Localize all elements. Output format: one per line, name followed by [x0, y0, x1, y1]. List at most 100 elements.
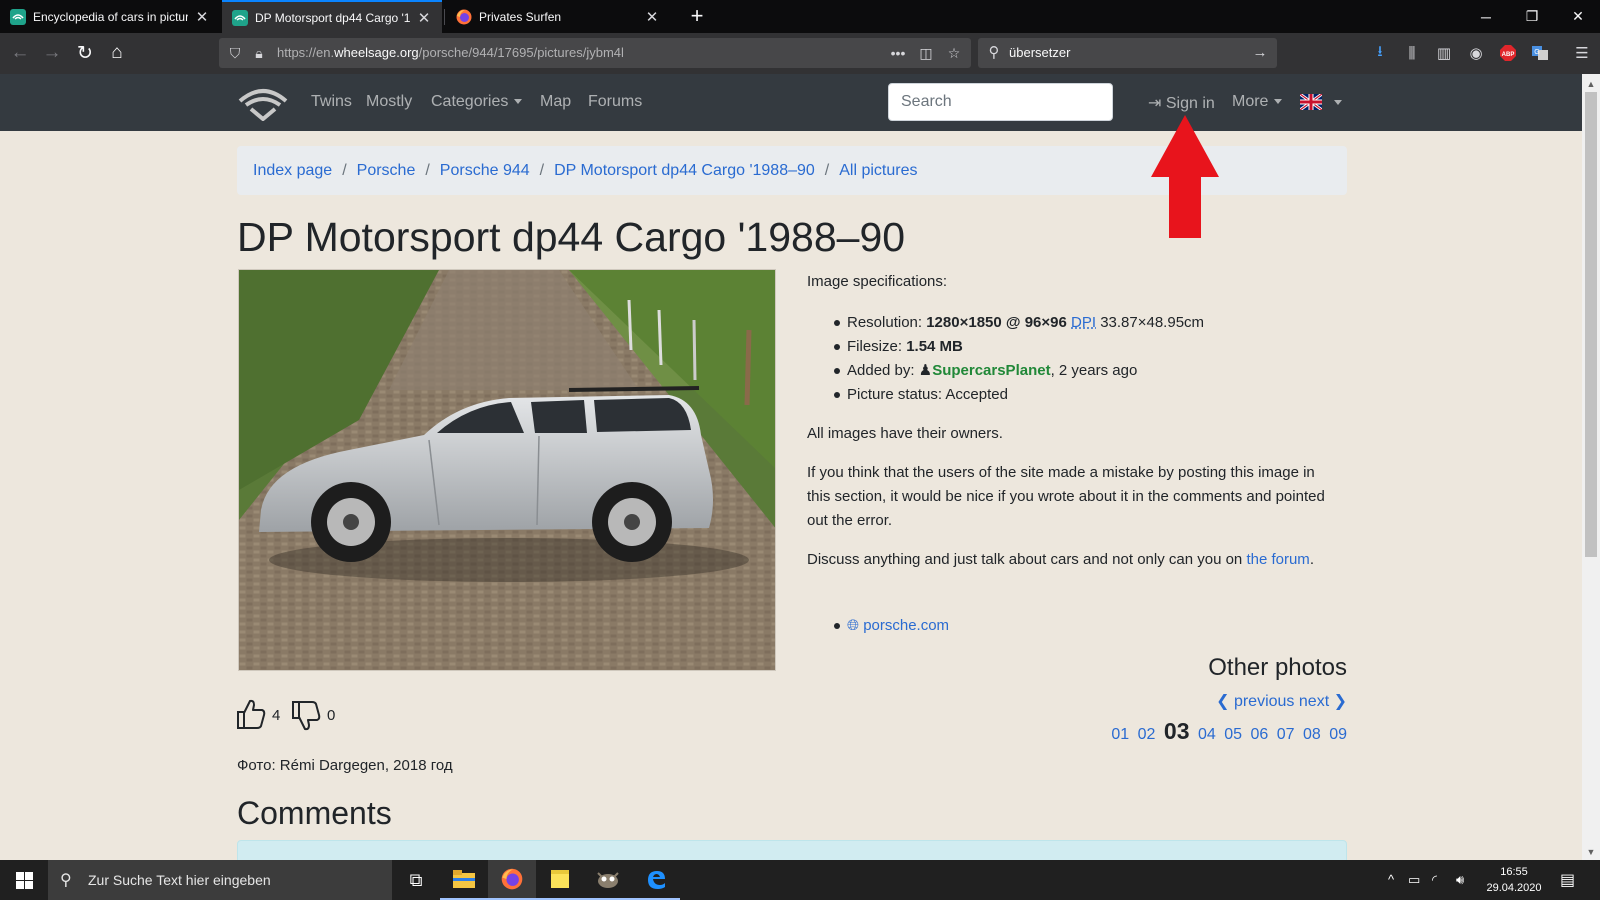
bookmark-star-icon[interactable]: ☆: [944, 43, 964, 63]
language-caret-icon[interactable]: [1334, 100, 1342, 105]
file-explorer-icon[interactable]: [440, 860, 488, 900]
sidebar-icon[interactable]: ▥: [1432, 41, 1456, 65]
tab-encyclopedia[interactable]: Encyclopedia of cars in pictures ✕: [0, 0, 220, 33]
previous-link[interactable]: previous: [1234, 693, 1294, 710]
tray-chevron-icon[interactable]: ^: [1388, 872, 1394, 887]
svg-text:G: G: [1534, 49, 1539, 56]
page-link[interactable]: 06: [1250, 726, 1268, 743]
battery-icon[interactable]: ▭: [1408, 872, 1420, 888]
translate-icon[interactable]: G: [1528, 41, 1552, 65]
page-link[interactable]: 04: [1198, 726, 1216, 743]
search-bar[interactable]: ⚲ übersetzer →: [978, 38, 1277, 68]
volume-icon[interactable]: 🔊︎: [1456, 872, 1464, 888]
forward-arrow-icon[interactable]: →: [38, 39, 66, 67]
search-query[interactable]: übersetzer: [1009, 45, 1070, 60]
scroll-up-icon[interactable]: ▲: [1582, 76, 1600, 92]
url-bar[interactable]: ⛉ 🔒︎ https://en.wheelsage.org/porsche/94…: [219, 38, 971, 68]
page-link[interactable]: 05: [1224, 726, 1242, 743]
windows-start-button[interactable]: [0, 860, 48, 900]
breadcrumb-separator: /: [824, 161, 830, 179]
close-tab-icon[interactable]: ✕: [416, 9, 432, 27]
notifications-icon[interactable]: ▤: [1560, 870, 1575, 890]
tab-title: DP Motorsport dp44 Cargo '1988–90: [255, 10, 410, 25]
menu-icon[interactable]: ☰: [1570, 41, 1594, 65]
nav-categories[interactable]: Categories: [431, 93, 523, 111]
nav-map[interactable]: Map: [540, 93, 571, 111]
lock-icon[interactable]: 🔒︎: [249, 43, 269, 63]
nav-more[interactable]: More: [1232, 93, 1283, 111]
nav-forums[interactable]: Forums: [588, 93, 642, 111]
caret-down-icon: [1274, 99, 1283, 105]
wifi-icon[interactable]: ◜: [1432, 872, 1437, 888]
page-link[interactable]: 07: [1277, 726, 1295, 743]
red-arrow-annotation: [1151, 115, 1219, 238]
breadcrumb-porsche[interactable]: Porsche: [357, 162, 416, 180]
scrollbar-thumb[interactable]: [1585, 92, 1597, 557]
sign-in-link[interactable]: ⇥ Sign in: [1148, 93, 1215, 113]
taskbar-search-placeholder: Zur Suche Text hier eingeben: [88, 872, 271, 888]
go-arrow-icon[interactable]: →: [1250, 43, 1270, 63]
new-tab-button[interactable]: +: [684, 3, 710, 29]
tracking-shield-icon[interactable]: ⛉: [225, 43, 245, 63]
home-icon[interactable]: ⌂: [103, 39, 131, 67]
comments-heading: Comments: [237, 795, 392, 831]
nav-twins[interactable]: Twins: [311, 93, 352, 111]
uploader-link[interactable]: SupercarsPlanet: [932, 362, 1050, 379]
page-link[interactable]: 09: [1329, 726, 1347, 743]
minimize-button[interactable]: ─: [1463, 0, 1509, 33]
pocket-icon[interactable]: ◫: [916, 43, 936, 63]
page-actions-icon[interactable]: •••: [888, 43, 908, 63]
uk-flag-icon[interactable]: [1300, 94, 1322, 110]
breadcrumb-model[interactable]: DP Motorsport dp44 Cargo '1988–90: [554, 162, 815, 180]
library-icon[interactable]: ⫼: [1400, 41, 1424, 65]
breadcrumb-separator: /: [539, 161, 545, 179]
page-link[interactable]: 02: [1138, 726, 1156, 743]
chevron-left-icon[interactable]: ❮: [1216, 693, 1229, 710]
url-text[interactable]: https://en.wheelsage.org/porsche/944/176…: [277, 45, 624, 60]
spec-status: Picture status: Accepted: [834, 383, 1204, 407]
forum-link[interactable]: the forum: [1246, 551, 1309, 568]
taskbar-search[interactable]: ⚲ Zur Suche Text hier eingeben: [48, 860, 392, 900]
breadcrumb-index[interactable]: Index page: [253, 162, 332, 180]
globe-icon: 🌐︎: [847, 617, 860, 634]
reload-icon[interactable]: ↻: [71, 39, 99, 67]
car-photo[interactable]: [238, 269, 776, 671]
browser-toolbar: ← → ↻ ⌂ ⛉ 🔒︎ https://en.wheelsage.org/po…: [0, 33, 1600, 74]
page-link[interactable]: 01: [1111, 726, 1129, 743]
next-link[interactable]: next: [1299, 693, 1329, 710]
account-icon[interactable]: ◉: [1464, 41, 1488, 65]
taskbar-clock[interactable]: 16:55 29.04.2020: [1478, 864, 1550, 896]
owners-text: All images have their owners.: [807, 425, 1003, 442]
close-tab-icon[interactable]: ✕: [644, 8, 660, 26]
restore-button[interactable]: ❐: [1509, 0, 1555, 33]
scroll-down-icon[interactable]: ▼: [1582, 844, 1600, 860]
clock-time: 16:55: [1500, 866, 1528, 878]
spec-filesize: Filesize: 1.54 MB: [834, 335, 1204, 359]
thumbs-down-icon[interactable]: [291, 700, 321, 732]
sticky-notes-icon[interactable]: [536, 860, 584, 900]
porsche-com-link[interactable]: porsche.com: [863, 617, 949, 634]
current-page: 03: [1163, 718, 1190, 744]
thumbs-up-icon[interactable]: [236, 698, 266, 730]
adblock-icon[interactable]: ABP: [1496, 41, 1520, 65]
spec-resolution: Resolution: 1280×1850 @ 96×96 DPI 33.87×…: [834, 311, 1204, 335]
close-tab-icon[interactable]: ✕: [194, 8, 210, 26]
downloads-icon[interactable]: ⭳: [1368, 41, 1392, 65]
nav-mostly[interactable]: Mostly: [366, 93, 412, 111]
chevron-right-icon[interactable]: ❯: [1334, 693, 1347, 710]
back-arrow-icon[interactable]: ←: [6, 39, 34, 67]
wheelsage-logo[interactable]: [237, 85, 289, 121]
firefox-taskbar-icon[interactable]: [488, 860, 536, 900]
gimp-icon[interactable]: [584, 860, 632, 900]
edge-icon[interactable]: [632, 860, 680, 900]
page-link[interactable]: 08: [1303, 726, 1321, 743]
task-view-icon[interactable]: ⧉: [392, 860, 440, 900]
discuss-text: Discuss anything and just talk about car…: [807, 551, 1314, 568]
tab-dp-motorsport[interactable]: DP Motorsport dp44 Cargo '1988–90 ✕: [222, 0, 442, 33]
dislikes-count: 0: [327, 707, 336, 724]
tab-private-browsing[interactable]: Privates Surfen ✕: [446, 0, 670, 33]
close-window-button[interactable]: ✕: [1555, 0, 1600, 33]
breadcrumb-porsche-944[interactable]: Porsche 944: [440, 162, 530, 180]
breadcrumb-all-pictures[interactable]: All pictures: [839, 162, 917, 180]
site-search-input[interactable]: [888, 83, 1113, 121]
